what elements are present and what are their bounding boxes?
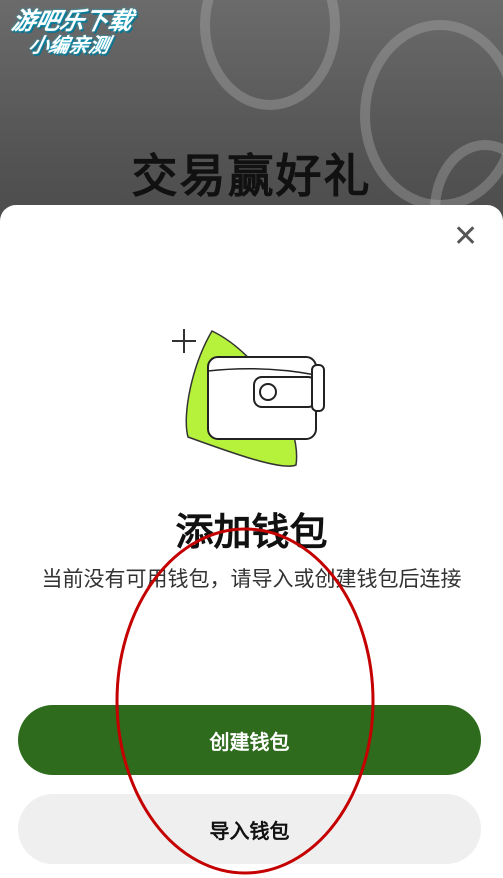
decorative-ring bbox=[200, 0, 340, 110]
watermark-line2: 小编亲测 bbox=[26, 33, 112, 58]
import-wallet-label: 导入钱包 bbox=[209, 818, 290, 843]
watermark-line1: 游吧乐下载 bbox=[9, 7, 136, 35]
watermark: 游吧乐下载 小编亲测 bbox=[5, 7, 136, 58]
add-wallet-sheet: ✕ 添加钱包 当前没有可用钱包，请导入或创建钱包后连接 创建钱包 导入钱包 bbox=[0, 205, 503, 878]
banner-title: 交易赢好礼 bbox=[131, 149, 372, 203]
sheet-title: 添加钱包 bbox=[175, 510, 328, 554]
create-wallet-label: 创建钱包 bbox=[209, 729, 290, 754]
create-wallet-button[interactable]: 创建钱包 bbox=[18, 705, 481, 775]
close-icon[interactable]: ✕ bbox=[453, 222, 478, 252]
import-wallet-button[interactable]: 导入钱包 bbox=[18, 794, 481, 864]
sheet-description: 当前没有可用钱包，请导入或创建钱包后连接 bbox=[41, 567, 462, 591]
wallet-icon bbox=[172, 329, 325, 467]
